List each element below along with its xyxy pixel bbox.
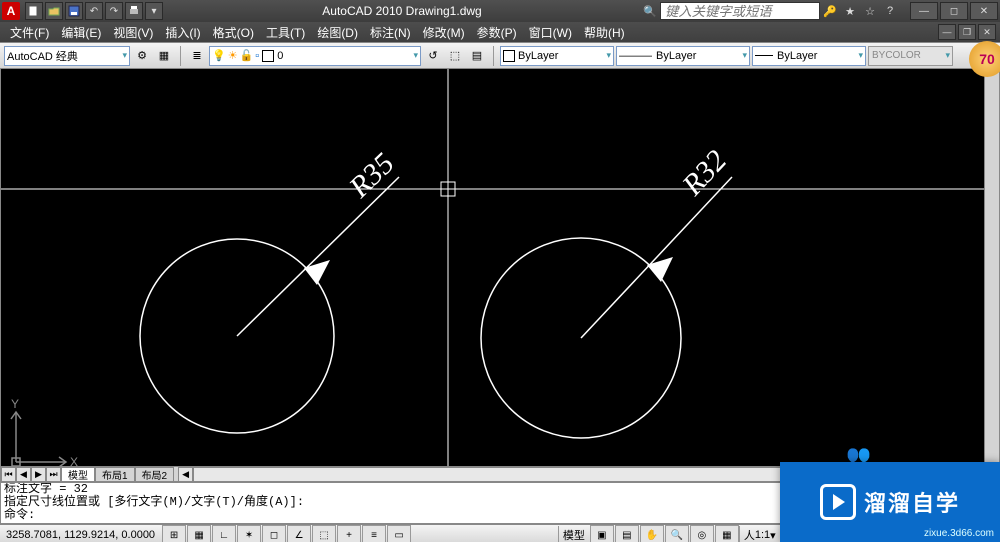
- workspace-label: AutoCAD 经典: [7, 48, 122, 64]
- tab-scroll-last-icon[interactable]: ⏭: [46, 467, 61, 482]
- status-otrack-icon[interactable]: ∠: [287, 525, 311, 542]
- plotstyle-value: BYCOLOR: [872, 50, 921, 61]
- color-swatch: [503, 50, 515, 62]
- plotstyle-combo: BYCOLOR ▾: [868, 46, 953, 66]
- tab-scroll-prev-icon[interactable]: ◀: [16, 467, 31, 482]
- layer-color-swatch: [262, 50, 274, 62]
- status-showmotion-icon[interactable]: ▦: [715, 525, 739, 542]
- watermark-site: zixue.3d66.com: [924, 528, 994, 539]
- play-icon: [820, 484, 856, 520]
- layer-combo[interactable]: 💡☀🔓▫ 0 ▾: [209, 46, 421, 66]
- tab-scroll-first-icon[interactable]: ⏮: [1, 467, 16, 482]
- doc-restore-button[interactable]: ❐: [958, 24, 976, 40]
- menu-format[interactable]: 格式(O): [207, 22, 260, 43]
- linetype-combo[interactable]: ——— ByLayer ▾: [616, 46, 750, 66]
- menu-edit[interactable]: 编辑(E): [55, 22, 107, 43]
- scrollbar-vertical[interactable]: [984, 69, 999, 481]
- separator: [180, 46, 181, 66]
- status-modelspace[interactable]: 模型: [558, 526, 589, 542]
- window-controls: — ◻ ✕: [908, 2, 998, 20]
- window-title: AutoCAD 2010 Drawing1.dwg: [164, 4, 640, 18]
- menu-help[interactable]: 帮助(H): [578, 22, 631, 43]
- layer-manager-icon[interactable]: ≣: [187, 46, 207, 66]
- app-logo[interactable]: A: [2, 2, 20, 20]
- layer-prev-icon[interactable]: ↺: [423, 46, 443, 66]
- status-polar-icon[interactable]: ✶: [237, 525, 261, 542]
- menu-tools[interactable]: 工具(T): [260, 22, 311, 43]
- doc-close-button[interactable]: ✕: [978, 24, 996, 40]
- status-osnap-icon[interactable]: ◻: [262, 525, 286, 542]
- qat-open-icon[interactable]: [45, 2, 63, 20]
- status-zoom-icon[interactable]: 🔍: [665, 525, 689, 542]
- ws-toolpalette-icon[interactable]: ▦: [154, 46, 174, 66]
- status-lwt-icon[interactable]: ≡: [362, 525, 386, 542]
- status-steering-icon[interactable]: ◎: [690, 525, 714, 542]
- qat-undo-icon[interactable]: ↶: [85, 2, 103, 20]
- menu-dim[interactable]: 标注(N): [364, 22, 417, 43]
- status-qvlayout-icon[interactable]: ▤: [615, 525, 639, 542]
- watermark-badge: 70: [969, 41, 1000, 77]
- lineweight-value: ByLayer: [777, 50, 817, 62]
- status-coords[interactable]: 3258.7081, 1129.9214, 0.0000: [0, 529, 161, 541]
- tab-layout2[interactable]: 布局2: [135, 467, 175, 481]
- menu-param[interactable]: 参数(P): [471, 22, 523, 43]
- menu-insert[interactable]: 插入(I): [159, 22, 206, 43]
- separator: [493, 46, 494, 66]
- menu-modify[interactable]: 修改(M): [417, 22, 471, 43]
- menu-bar: 文件(F) 编辑(E) 视图(V) 插入(I) 格式(O) 工具(T) 绘图(D…: [0, 22, 1000, 42]
- search-input[interactable]: [660, 2, 820, 20]
- lineweight-combo[interactable]: ByLayer ▾: [752, 46, 866, 66]
- status-annoscale[interactable]: 人 1:1 ▾: [739, 526, 780, 542]
- status-ducs-icon[interactable]: ⬚: [312, 525, 336, 542]
- dim-right-text: R32: [675, 144, 733, 203]
- color-value: ByLayer: [518, 50, 558, 62]
- title-bar: A ↶ ↷ ▾ AutoCAD 2010 Drawing1.dwg 🔍 🔑 ★ …: [0, 0, 1000, 22]
- status-qview-icon[interactable]: ▣: [590, 525, 614, 542]
- status-snap-icon[interactable]: ⊞: [162, 525, 186, 542]
- help-icon[interactable]: ?: [882, 3, 898, 19]
- qat-print-icon[interactable]: [125, 2, 143, 20]
- comm-icon[interactable]: ★: [842, 3, 858, 19]
- qat-dropdown-icon[interactable]: ▾: [145, 2, 163, 20]
- hscroll-left-icon[interactable]: ◀: [178, 467, 193, 482]
- doc-window-controls: — ❐ ✕: [936, 24, 996, 40]
- drawing-area[interactable]: R35 R32 X Y 👥 70 ⏮ ◀ ▶ ⏭ 模型 布局1 布局2 ◀ ▶: [0, 69, 1000, 482]
- menu-draw[interactable]: 绘图(D): [311, 22, 364, 43]
- ws-settings-icon[interactable]: ⚙: [132, 46, 152, 66]
- close-button[interactable]: ✕: [970, 2, 998, 20]
- infocenter-icon[interactable]: 🔍: [642, 3, 658, 19]
- watermark-brand: 溜溜自学: [864, 486, 960, 518]
- status-grid-icon[interactable]: ▦: [187, 525, 211, 542]
- color-combo[interactable]: ByLayer ▾: [500, 46, 614, 66]
- status-qp-icon[interactable]: ▭: [387, 525, 411, 542]
- subscription-icon[interactable]: 🔑: [822, 3, 838, 19]
- watermark-overlay: 溜溜自学 zixue.3d66.com: [780, 462, 1000, 542]
- svg-text:Y: Y: [11, 397, 19, 411]
- status-ortho-icon[interactable]: ∟: [212, 525, 236, 542]
- menu-file[interactable]: 文件(F): [4, 22, 55, 43]
- maximize-button[interactable]: ◻: [940, 2, 968, 20]
- drawing-svg: R35 R32 X Y 👥: [1, 69, 985, 467]
- status-pan-icon[interactable]: ✋: [640, 525, 664, 542]
- layer-state-icon[interactable]: ▤: [467, 46, 487, 66]
- tab-model[interactable]: 模型: [61, 467, 95, 481]
- tab-scroll-next-icon[interactable]: ▶: [31, 467, 46, 482]
- minimize-button[interactable]: —: [910, 2, 938, 20]
- doc-minimize-button[interactable]: —: [938, 24, 956, 40]
- menu-window[interactable]: 窗口(W): [523, 22, 578, 43]
- favorite-icon[interactable]: ☆: [862, 3, 878, 19]
- tab-layout1[interactable]: 布局1: [95, 467, 135, 481]
- qat-redo-icon[interactable]: ↷: [105, 2, 123, 20]
- workspace-combo[interactable]: AutoCAD 经典▾: [4, 46, 130, 66]
- menu-view[interactable]: 视图(V): [107, 22, 159, 43]
- linetype-value: ByLayer: [656, 50, 696, 62]
- layer-iso-icon[interactable]: ⬚: [445, 46, 465, 66]
- qat-new-icon[interactable]: [25, 2, 43, 20]
- qat-save-icon[interactable]: [65, 2, 83, 20]
- dim-left-text: R35: [342, 147, 400, 205]
- ribbon-toolbar: AutoCAD 经典▾ ⚙ ▦ ≣ 💡☀🔓▫ 0 ▾ ↺ ⬚ ▤ ByLayer…: [0, 42, 1000, 69]
- layer-name: 0: [277, 50, 413, 62]
- status-dyn-icon[interactable]: +: [337, 525, 361, 542]
